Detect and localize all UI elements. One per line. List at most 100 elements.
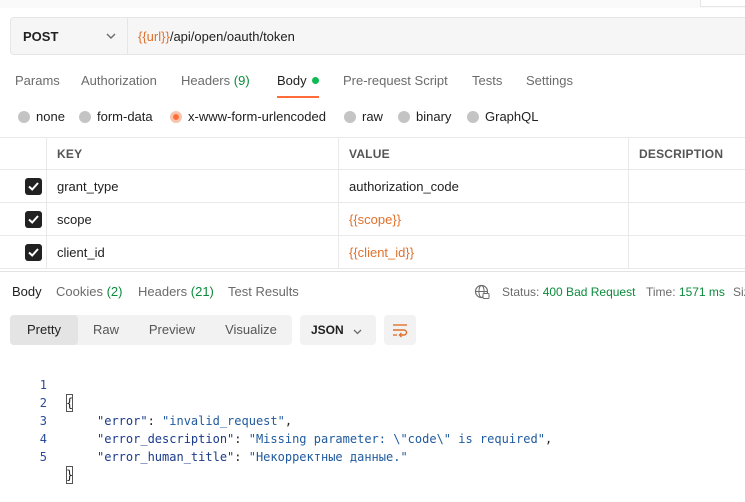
radio-graphql-label: GraphQL <box>485 109 539 124</box>
response-tab-headers[interactable]: Headers (21) <box>138 284 214 299</box>
code-line: 1 { <box>0 358 74 412</box>
table-row: grant_type authorization_code <box>0 170 745 203</box>
checkbox-checked-icon[interactable] <box>25 211 42 228</box>
radio-selected-icon <box>170 110 182 123</box>
row-description-cell[interactable] <box>628 203 745 235</box>
row-checkbox-cell <box>0 203 46 235</box>
active-tab-underline <box>277 96 319 98</box>
tab-settings-label: Settings <box>526 73 573 88</box>
close-brace: } <box>66 466 74 484</box>
time-value[interactable]: 1571 ms <box>679 285 725 299</box>
row-value: {{scope}} <box>349 212 402 227</box>
row-checkbox-cell <box>0 170 46 202</box>
radio-form-data[interactable]: form-data <box>79 109 153 124</box>
tab-fragment[interactable] <box>700 0 745 7</box>
chevron-down-icon <box>105 30 117 42</box>
response-size: Siz <box>733 285 745 299</box>
json-string: "invalid_request" <box>162 414 285 428</box>
json-string: "Missing parameter: \"code\" is required… <box>248 432 545 446</box>
radio-binary[interactable]: binary <box>398 109 451 124</box>
wrap-lines-button[interactable] <box>384 315 416 345</box>
row-key: grant_type <box>57 179 119 194</box>
view-visualize-button[interactable]: Visualize <box>210 315 292 345</box>
tab-params[interactable]: Params <box>15 73 60 88</box>
row-value-cell[interactable]: {{scope}} <box>338 203 628 235</box>
row-key: client_id <box>57 245 105 260</box>
size-label: Siz <box>733 285 745 299</box>
row-key-cell[interactable]: client_id <box>46 236 338 268</box>
tab-authorization[interactable]: Authorization <box>81 73 157 88</box>
header-key-cell: KEY <box>46 138 338 169</box>
response-tab-test-results[interactable]: Test Results <box>228 284 299 299</box>
method-select[interactable]: POST <box>11 18 128 54</box>
radio-raw[interactable]: raw <box>344 109 383 124</box>
line-number: 5 <box>39 450 47 464</box>
row-description-cell[interactable] <box>628 236 745 268</box>
header-key: KEY <box>57 147 83 161</box>
response-divider[interactable] <box>0 271 745 272</box>
globe-icon[interactable] <box>474 284 490 300</box>
params-table: KEY VALUE DESCRIPTION grant_type authori… <box>0 137 745 271</box>
header-description-cell: DESCRIPTION <box>628 138 745 169</box>
format-label: JSON <box>311 323 344 337</box>
header-description: DESCRIPTION <box>639 147 724 161</box>
code-line: 3 "error_description": "Missing paramete… <box>0 394 552 446</box>
tab-body-label: Body <box>277 73 307 88</box>
response-tab-cookies-count: (2) <box>106 284 123 299</box>
chevron-down-icon <box>352 325 363 336</box>
url-input[interactable]: {{url}}/api/open/oauth/token <box>138 29 295 44</box>
row-value: authorization_code <box>349 179 459 194</box>
radio-raw-label: raw <box>362 109 383 124</box>
tab-headers[interactable]: Headers (9) <box>181 73 250 88</box>
response-tab-test-results-label: Test Results <box>228 284 299 299</box>
radio-graphql[interactable]: GraphQL <box>467 109 538 124</box>
code-line: 2 "error": "invalid_request", <box>0 376 292 428</box>
tab-tests[interactable]: Tests <box>472 73 502 88</box>
radio-binary-label: binary <box>416 109 452 124</box>
table-row: scope {{scope}} <box>0 203 745 236</box>
tab-pre-request-label: Pre-request Script <box>343 73 448 88</box>
view-pretty-button[interactable]: Pretty <box>10 315 78 345</box>
radio-urlencoded-label: x-www-form-urlencoded <box>188 109 326 124</box>
body-indicator-dot <box>311 77 319 84</box>
json-key: "error_description" <box>97 432 235 446</box>
checkbox-checked-icon[interactable] <box>25 244 42 261</box>
row-checkbox-cell <box>0 236 46 268</box>
tab-headers-label: Headers <box>181 73 231 88</box>
row-description-cell[interactable] <box>628 170 745 202</box>
view-mode-toolbar: Pretty Raw Preview Visualize <box>10 315 292 345</box>
tab-body[interactable]: Body <box>277 73 319 88</box>
table-row: client_id {{client_id}} <box>0 236 745 269</box>
row-key-cell[interactable]: grant_type <box>46 170 338 202</box>
status-value[interactable]: 400 Bad Request <box>543 285 636 299</box>
row-key: scope <box>57 212 92 227</box>
radio-icon <box>79 110 91 123</box>
radio-form-data-label: form-data <box>97 109 153 124</box>
row-value-cell[interactable]: authorization_code <box>338 170 628 202</box>
code-line: 4 "error_human_title": "Некорректные дан… <box>0 412 408 464</box>
row-key-cell[interactable]: scope <box>46 203 338 235</box>
header-checkbox-cell <box>0 138 46 169</box>
radio-x-www-form-urlencoded[interactable]: x-www-form-urlencoded <box>170 109 326 124</box>
response-tab-body[interactable]: Body <box>12 284 42 299</box>
radio-icon <box>344 110 356 123</box>
view-raw-button[interactable]: Raw <box>78 315 134 345</box>
header-value: VALUE <box>349 147 390 161</box>
radio-icon <box>467 110 479 123</box>
view-preview-button[interactable]: Preview <box>134 315 210 345</box>
url-path: /api/open/oauth/token <box>169 29 295 44</box>
code-text: "error_human_title": "Некорректные данны… <box>97 450 408 464</box>
response-tab-cookies[interactable]: Cookies (2) <box>56 284 122 299</box>
tab-params-label: Params <box>15 73 60 88</box>
url-variable: {{url}} <box>138 29 170 44</box>
format-select[interactable]: JSON <box>300 315 376 345</box>
tab-settings[interactable]: Settings <box>526 73 573 88</box>
checkbox-checked-icon[interactable] <box>25 178 42 195</box>
tab-pre-request-script[interactable]: Pre-request Script <box>343 73 448 88</box>
code-line: 5 } <box>0 430 74 484</box>
tab-headers-count: (9) <box>233 73 250 88</box>
response-time: Time: 1571 ms <box>646 285 725 299</box>
row-value-cell[interactable]: {{client_id}} <box>338 236 628 268</box>
radio-none[interactable]: none <box>18 109 65 124</box>
status-label: Status: <box>502 285 540 299</box>
